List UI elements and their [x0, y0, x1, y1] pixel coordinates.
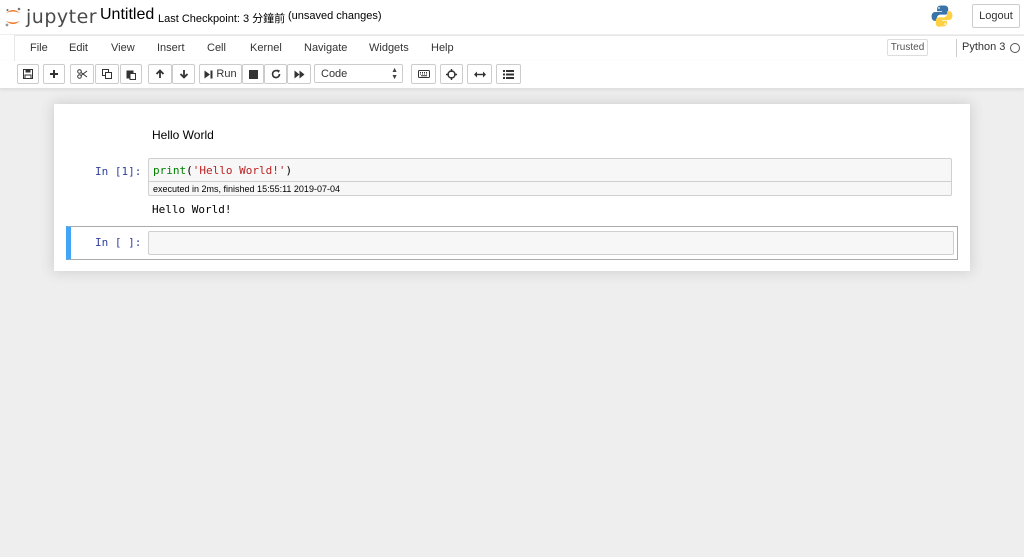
cell-type-select[interactable]: Code ▲ ▼ — [314, 64, 403, 83]
refresh-icon — [271, 69, 280, 79]
stop-icon — [248, 69, 258, 79]
cut-button[interactable] — [70, 64, 94, 84]
menu-help[interactable]: Help — [431, 42, 454, 54]
checkpoint-status: Last Checkpoint: 3 分鐘前 — [158, 13, 286, 25]
arrow-down-icon — [179, 70, 188, 79]
restart-run-all-button[interactable] — [287, 64, 311, 84]
menu-widgets[interactable]: Widgets — [369, 42, 409, 54]
jupyter-logo[interactable]: jupyter — [4, 5, 97, 29]
menu-kernel[interactable]: Kernel — [250, 42, 282, 54]
arrow-up-icon — [155, 69, 165, 78]
unsaved-status: (unsaved changes) — [288, 10, 382, 22]
crosshairs-icon — [446, 68, 457, 80]
notebook-title[interactable]: Untitled — [100, 6, 154, 24]
cell-output: Hello World! — [152, 203, 232, 216]
arrows-horizontal-icon — [473, 71, 486, 77]
step-forward-icon — [204, 70, 213, 78]
fast-forward-icon — [294, 70, 304, 78]
scissors-icon — [76, 69, 87, 79]
table-of-contents-button[interactable] — [496, 64, 521, 84]
move-up-button[interactable] — [148, 64, 172, 84]
empty-code-input[interactable] — [148, 231, 954, 255]
paste-icon — [126, 70, 136, 80]
empty-input-prompt: In [ ]: — [95, 236, 142, 249]
select-arrows-icon: ▲ ▼ — [391, 67, 398, 81]
menu-file[interactable]: File — [30, 42, 48, 54]
copy-icon — [102, 69, 112, 79]
move-down-button[interactable] — [172, 64, 195, 84]
selected-code-cell[interactable]: In [ ]: — [66, 226, 958, 260]
markdown-cell-text[interactable]: Hello World — [152, 128, 214, 142]
paste-button[interactable] — [120, 64, 142, 84]
trusted-indicator[interactable]: Trusted — [887, 39, 928, 56]
keyboard-icon — [417, 70, 430, 78]
restart-kernel-button[interactable] — [264, 64, 287, 84]
toggle-width-button[interactable] — [467, 64, 492, 84]
code-line: print('Hello World!') — [153, 164, 293, 177]
input-prompt: In [1]: — [95, 165, 142, 178]
notebook-container: Hello World In [1]: print('Hello World!'… — [54, 104, 970, 271]
toggle-variable-inspector-button[interactable] — [440, 64, 463, 84]
logo-text: jupyter — [26, 6, 98, 28]
kernel-idle-icon — [1010, 43, 1020, 53]
python-logo-icon — [931, 5, 953, 27]
list-icon — [503, 69, 514, 79]
toolbar: Run — [0, 61, 1024, 89]
menu-view[interactable]: View — [111, 42, 135, 54]
menu-edit[interactable]: Edit — [69, 42, 88, 54]
execution-time: executed in 2ms, finished 15:55:11 2019-… — [149, 181, 951, 196]
insert-cell-button[interactable] — [43, 64, 65, 84]
jupyter-logo-icon — [5, 7, 21, 27]
cell-type-value: Code — [321, 67, 348, 80]
run-label: Run — [216, 68, 237, 80]
header: jupyter Untitled Last Checkpoint: 3 分鐘前 … — [0, 0, 1024, 34]
menu-navigate[interactable]: Navigate — [304, 42, 347, 54]
plus-icon — [50, 70, 58, 78]
command-palette-button[interactable] — [411, 64, 436, 84]
kernel-name: Python 3 — [962, 41, 1006, 53]
save-button[interactable] — [17, 64, 39, 84]
interrupt-kernel-button[interactable] — [242, 64, 264, 84]
logout-button[interactable]: Logout — [972, 4, 1020, 28]
code-cell-input[interactable]: print('Hello World!') executed in 2ms, f… — [148, 158, 952, 196]
copy-button[interactable] — [95, 64, 119, 84]
menu-cell[interactable]: Cell — [207, 42, 226, 54]
run-button[interactable]: Run — [199, 64, 242, 84]
kernel-separator — [956, 39, 957, 57]
save-icon — [23, 69, 33, 79]
menubar: File Edit View Insert Cell Kernel Naviga… — [0, 35, 1024, 61]
menu-insert[interactable]: Insert — [157, 42, 185, 54]
